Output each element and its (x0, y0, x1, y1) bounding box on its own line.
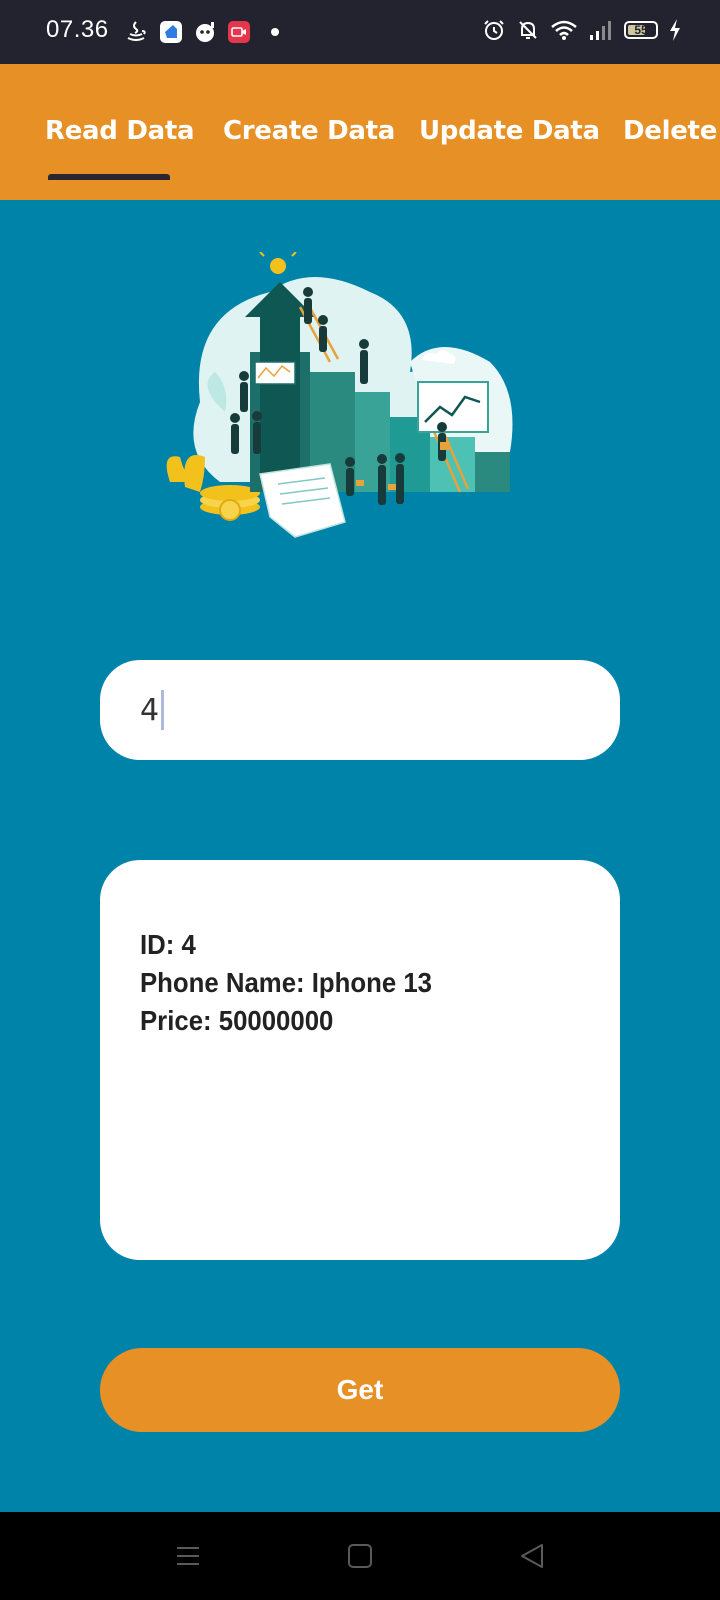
battery-level: 55 (634, 23, 648, 37)
back-icon[interactable] (518, 1542, 546, 1570)
active-tab-indicator (48, 174, 170, 180)
home-icon[interactable] (346, 1542, 374, 1570)
battery-icon: 55 (624, 21, 658, 39)
result-phone-name: Phone Name: Iphone 13 (140, 967, 433, 998)
result-box: ID: 4 Phone Name: Iphone 13 Price: 50000… (100, 860, 620, 1260)
status-bar: 07.36 55 (0, 0, 720, 64)
text-cursor (161, 690, 165, 730)
charging-icon (670, 19, 680, 41)
status-right-icons: 55 (482, 18, 682, 42)
id-input-value: 4 (140, 692, 160, 728)
result-id: ID: 4 (140, 929, 196, 960)
dot-icon (271, 28, 279, 36)
tab-bar: Read Data Create Data Update Data Delete… (0, 64, 720, 200)
tab-create-data[interactable]: Create Data (223, 116, 395, 146)
status-time: 07.36 (46, 16, 109, 43)
wifi-icon (551, 20, 577, 40)
growth-illustration (166, 252, 513, 538)
id-input[interactable]: 4 (100, 660, 620, 760)
signal-icon (590, 21, 611, 40)
nav-bar (0, 1512, 720, 1600)
menu-icon[interactable] (174, 1542, 202, 1570)
tab-read-data[interactable]: Read Data (45, 116, 195, 146)
java-icon (127, 21, 146, 41)
get-button[interactable]: Get (100, 1348, 620, 1432)
bot-icon (196, 22, 214, 42)
video-icon (228, 21, 250, 43)
tab-update-data[interactable]: Update Data (419, 116, 600, 146)
alarm-icon (484, 20, 504, 40)
status-left-icons (123, 19, 283, 45)
result-price: Price: 50000000 (140, 1005, 334, 1036)
app-icon (160, 21, 182, 43)
tab-delete-data[interactable]: Delete D (623, 116, 720, 146)
bell-off-icon (519, 21, 537, 39)
